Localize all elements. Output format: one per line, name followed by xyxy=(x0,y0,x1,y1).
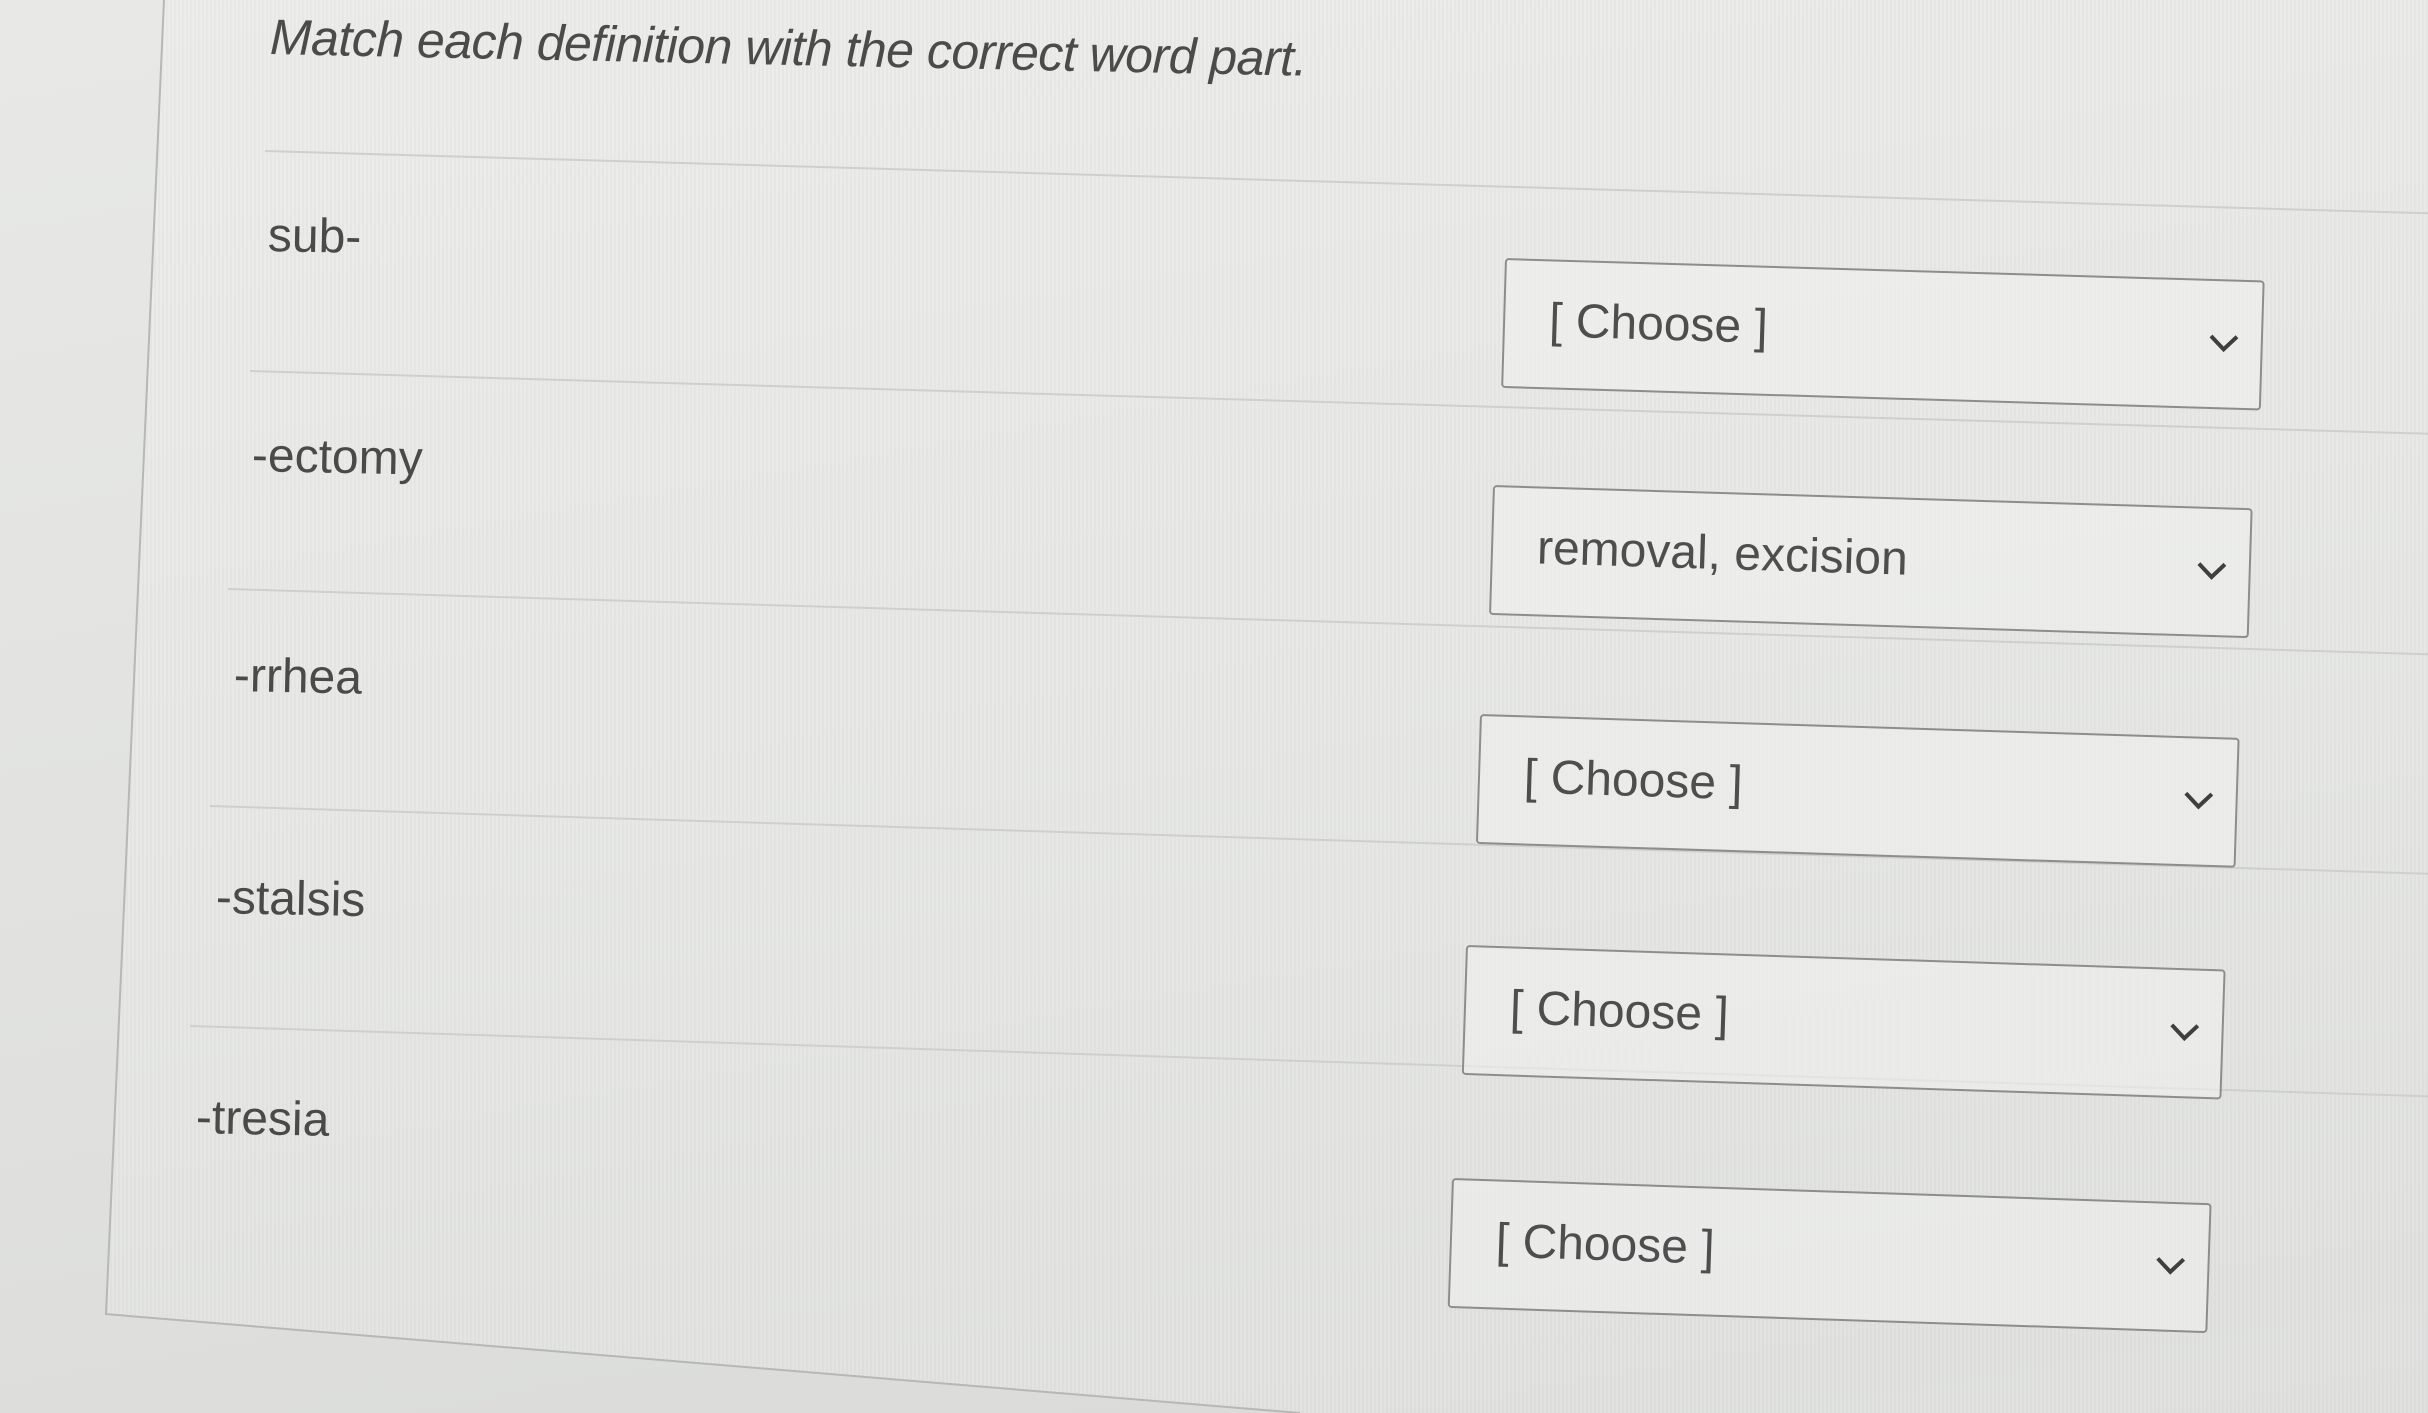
chevron-down-icon xyxy=(2197,562,2227,580)
chevron-down-icon xyxy=(2209,334,2239,353)
select-value: [ Choose ] xyxy=(1495,1214,1716,1275)
answer-select-5[interactable]: [ Choose ] xyxy=(1447,1178,2212,1334)
answer-select-4[interactable]: [ Choose ] xyxy=(1461,945,2226,1100)
select-value: removal, excision xyxy=(1536,521,1909,586)
select-value: [ Choose ] xyxy=(1548,294,1769,354)
screen-photo: Match each definition with the correct w… xyxy=(0,0,2428,1413)
select-value: [ Choose ] xyxy=(1509,981,1730,1042)
chevron-down-icon xyxy=(2156,1257,2186,1275)
term-label: -ectomy xyxy=(251,429,424,486)
answer-select-1[interactable]: [ Choose ] xyxy=(1501,258,2265,411)
answer-select-2[interactable]: removal, excision xyxy=(1489,485,2253,639)
term-label: -tresia xyxy=(195,1091,330,1147)
term-label: -rrhea xyxy=(233,649,363,705)
term-label: -stalsis xyxy=(215,871,366,928)
chevron-down-icon xyxy=(2184,791,2214,810)
answer-select-3[interactable]: [ Choose ] xyxy=(1475,714,2240,868)
term-label: sub- xyxy=(267,209,362,264)
select-value: [ Choose ] xyxy=(1523,750,1744,811)
chevron-down-icon xyxy=(2170,1023,2200,1042)
